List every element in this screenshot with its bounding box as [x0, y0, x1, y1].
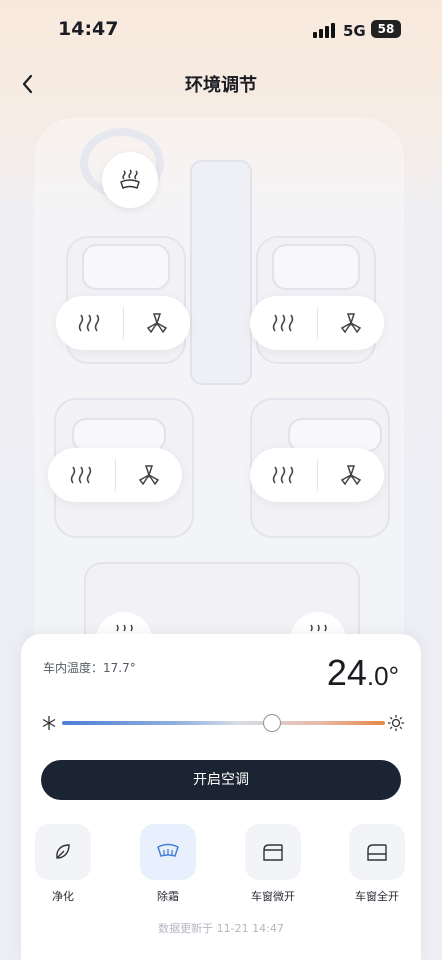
seat-heat-button[interactable]	[56, 296, 123, 350]
defrost-button[interactable]: 除霜	[138, 824, 198, 904]
center-console	[190, 160, 252, 385]
window-open-box[interactable]	[349, 824, 405, 880]
signal-icon	[313, 22, 337, 38]
seat-heat-button[interactable]	[48, 448, 115, 502]
window-open-button[interactable]: 车窗全开	[347, 824, 407, 904]
headrest	[288, 418, 382, 452]
defrost-icon	[157, 843, 179, 857]
seat-heat-button[interactable]	[250, 296, 317, 350]
seat-control-front-left	[56, 296, 190, 350]
window-vent-box[interactable]	[245, 824, 301, 880]
slider-thumb[interactable]	[262, 714, 281, 732]
purify-button[interactable]: 净化	[33, 824, 93, 904]
climate-panel: 车内温度：17.7° 24.0° 开启空调 净化 除霜 车窗微开 车窗全开 数据…	[21, 634, 421, 960]
window-open-icon	[367, 844, 387, 861]
fan-icon	[340, 313, 361, 334]
ac-on-button[interactable]: 开启空调	[41, 760, 401, 800]
purify-label: 净化	[52, 890, 74, 903]
seat-ventilation-button[interactable]	[124, 296, 191, 350]
fan-icon	[146, 313, 167, 334]
fan-icon	[340, 465, 361, 486]
seat-heat-button[interactable]	[250, 448, 317, 502]
seat-ventilation-button[interactable]	[116, 448, 183, 502]
headrest	[72, 418, 166, 452]
seat-heat-icon	[310, 624, 327, 632]
seat-heat-icon	[272, 466, 294, 484]
slider-track[interactable]	[62, 721, 385, 725]
headrest	[272, 244, 360, 290]
page-title: 环境调节	[185, 75, 257, 96]
window-open-label: 车窗全开	[355, 890, 399, 903]
window-vent-button[interactable]: 车窗微开	[243, 824, 303, 904]
snowflake-icon	[42, 716, 56, 730]
defrost-box[interactable]	[140, 824, 196, 880]
network-type: 5G	[343, 22, 366, 40]
seat-heat-icon	[78, 314, 100, 332]
temperature-slider[interactable]	[41, 712, 405, 736]
seat-heat-icon	[272, 314, 294, 332]
seat-heat-icon	[116, 624, 133, 632]
window-vent-icon	[263, 844, 283, 861]
seat-ventilation-button[interactable]	[318, 296, 385, 350]
seat-control-rear-right	[250, 448, 384, 502]
leaf-icon	[56, 844, 70, 859]
seat-heat-icon	[70, 466, 92, 484]
set-temperature-decimal: .0°	[366, 661, 399, 691]
window-vent-label: 车窗微开	[251, 890, 295, 903]
sun-icon	[388, 715, 404, 731]
seat-control-front-right	[250, 296, 384, 350]
steering-wheel-heat-icon	[120, 169, 140, 189]
fan-icon	[138, 465, 159, 486]
battery-icon: 58	[371, 20, 401, 38]
seat-ventilation-button[interactable]	[318, 448, 385, 502]
status-time: 14:47	[58, 18, 119, 40]
seat-control-rear-left	[48, 448, 182, 502]
indoor-temperature: 车内温度：17.7°	[43, 661, 136, 675]
steering-wheel-heat-button[interactable]	[102, 152, 158, 208]
defrost-label: 除霜	[157, 890, 179, 903]
set-temperature: 24.0°	[327, 652, 399, 694]
headrest	[82, 244, 170, 290]
status-bar: 14:47 5G 58	[0, 0, 442, 60]
data-updated-time: 数据更新于 11-21 14:47	[158, 922, 284, 935]
purify-box[interactable]	[35, 824, 91, 880]
set-temperature-integer: 24	[326, 652, 367, 693]
